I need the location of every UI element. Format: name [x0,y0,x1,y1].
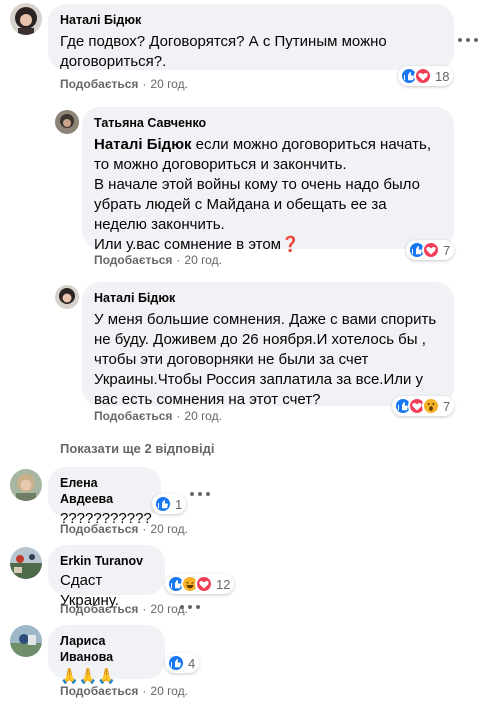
comment-author[interactable]: Елена Авдеева [60,475,149,507]
reaction-summary[interactable]: 7 [406,240,455,260]
more-options-button[interactable] [190,488,210,500]
comment-author[interactable]: Наталі Бідюк [94,290,442,306]
reaction-count: 18 [435,68,450,84]
like-reaction-icon [167,654,185,672]
love-reaction-icon [414,67,432,85]
comment-bubble: Наталі Бідюк Где подвох? Договорятся? А … [48,4,454,70]
mention-link[interactable]: Наталі Бідюк [94,136,192,153]
comment-text: если можно договориться начать, то можно… [94,136,432,253]
like-button[interactable]: Подобається [94,253,172,267]
love-reaction-icon [422,241,440,259]
like-reaction-icon [154,495,172,513]
reaction-count: 7 [443,398,451,414]
comment-author[interactable]: Лариса Иванова [60,633,153,665]
wow-reaction-icon [422,397,440,415]
comment-timestamp[interactable]: 20 год. [184,409,222,423]
comment-timestamp[interactable]: 20 год. [150,77,188,91]
comment-bubble: Лариса Иванова 🙏🙏🙏 [48,625,165,685]
avatar[interactable] [55,110,79,134]
avatar[interactable] [10,625,42,657]
avatar[interactable] [10,547,42,579]
comment-timestamp[interactable]: 20 год. [150,602,188,616]
comment-timestamp[interactable]: 20 год. [184,253,222,267]
reaction-summary[interactable]: 12 [165,574,235,594]
avatar[interactable] [10,469,42,501]
avatar[interactable] [55,285,79,309]
comment-author[interactable]: Татьяна Савченко [94,115,442,131]
like-button[interactable]: Подобається [60,77,138,91]
comment-timestamp[interactable]: 20 год. [150,684,188,698]
reaction-summary[interactable]: 1 [152,494,187,514]
more-options-button[interactable] [458,34,478,46]
like-button[interactable]: Подобається [60,684,138,698]
like-button[interactable]: Подобається [94,409,172,423]
comment-meta: Подобається · 20 год. [94,409,222,423]
comment-bubble: Елена Авдеева ??????????? [48,467,161,527]
reaction-count: 4 [188,655,196,671]
comment-bubble: Наталі Бідюк У меня большие сомнения. Да… [82,282,454,408]
comment-text: Где подвох? Договорятся? А с Путиным мож… [60,33,387,70]
comment-meta: Подобається · 20 год. [94,253,222,267]
like-button[interactable]: Подобається [60,602,138,616]
comment-author[interactable]: Erkin Turanov [60,553,153,569]
comment-text: У меня большие сомнения. Даже с вами спо… [94,311,437,408]
show-more-replies-link[interactable]: Показати ще 2 відповіді [60,441,214,456]
reaction-summary[interactable]: 4 [165,653,200,673]
reaction-count: 7 [443,242,451,258]
comment-timestamp[interactable]: 20 год. [150,522,188,536]
comment-bubble: Erkin Turanov Сдаст Украину. [48,545,165,609]
reaction-summary[interactable]: 7 [392,396,455,416]
reaction-count: 12 [216,576,231,592]
love-reaction-icon [195,575,213,593]
comment-bubble: Татьяна Савченко Наталі Бідюк если можно… [82,107,454,253]
like-button[interactable]: Подобається [60,522,138,536]
comment-meta: Подобається · 20 год. [60,602,188,616]
comment-meta: Подобається · 20 год. [60,77,188,91]
comment-meta: Подобається · 20 год. [60,522,188,536]
avatar[interactable] [10,3,42,35]
comment-meta: Подобається · 20 год. [60,684,188,698]
comment-author[interactable]: Наталі Бідюк [60,12,442,28]
reaction-count: 1 [175,496,183,512]
reaction-summary[interactable]: 18 [398,66,454,86]
